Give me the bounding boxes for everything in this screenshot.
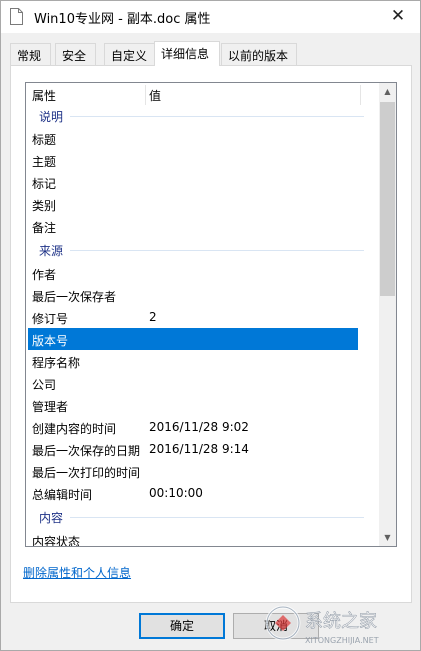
column-header-value[interactable]: 值: [149, 87, 161, 104]
property-row[interactable]: 最后一次打印的时间: [26, 460, 360, 482]
scroll-up-arrow-icon[interactable]: ▲: [379, 83, 396, 100]
tab-details[interactable]: 详细信息: [154, 41, 220, 66]
property-row[interactable]: 创建内容的时间 2016/11/28 9:02: [26, 416, 360, 438]
property-list[interactable]: 属性 值 说明 标题 主题 标记 类别 备注 来源 作者 最后一次保存者 修订号…: [25, 82, 397, 547]
properties-dialog: Win10专业网 - 副本.doc 属性 ✕ 常规 安全 自定义 详细信息 以前…: [0, 0, 421, 651]
column-divider[interactable]: [360, 85, 361, 105]
tab-previous-versions[interactable]: 以前的版本: [221, 43, 297, 65]
watermark-url: XITONGZHIJIA.NET: [305, 636, 379, 645]
window-title: Win10专业网 - 副本.doc 属性: [34, 12, 211, 27]
property-row[interactable]: 最后一次保存的日期 2016/11/28 9:14: [26, 438, 360, 460]
property-row[interactable]: 主题: [26, 149, 360, 171]
tab-custom[interactable]: 自定义: [104, 43, 156, 65]
column-header-property[interactable]: 属性: [32, 87, 56, 104]
group-header-content: 内容: [26, 506, 382, 526]
property-row[interactable]: 标题: [26, 127, 360, 149]
remove-properties-link[interactable]: 删除属性和个人信息: [23, 564, 131, 581]
watermark-text: 系统之家: [305, 611, 377, 632]
group-header-origin: 来源: [26, 239, 382, 259]
property-row[interactable]: 最后一次保存者: [26, 284, 360, 306]
list-header: 属性 值: [26, 83, 366, 107]
close-button[interactable]: ✕: [376, 1, 420, 32]
details-panel: 属性 值 说明 标题 主题 标记 类别 备注 来源 作者 最后一次保存者 修订号…: [10, 65, 412, 603]
ok-button[interactable]: 确定: [139, 613, 225, 639]
property-row[interactable]: 总编辑时间 00:10:00: [26, 482, 360, 504]
tab-strip: 常规 安全 自定义 详细信息 以前的版本: [10, 41, 412, 66]
property-row-selected[interactable]: 版本号: [28, 328, 358, 350]
property-row[interactable]: 公司: [26, 372, 360, 394]
group-header-description: 说明: [26, 105, 382, 125]
scroll-down-arrow-icon[interactable]: ▼: [379, 529, 396, 546]
vertical-scrollbar[interactable]: ▲ ▼: [379, 83, 396, 546]
property-row[interactable]: 类别: [26, 193, 360, 215]
column-divider[interactable]: [145, 85, 146, 105]
property-row[interactable]: 标记: [26, 171, 360, 193]
property-row[interactable]: 备注: [26, 215, 360, 237]
property-row[interactable]: 程序名称: [26, 350, 360, 372]
property-row[interactable]: 管理者: [26, 394, 360, 416]
scrollbar-thumb[interactable]: [380, 102, 395, 296]
property-row[interactable]: 内容状态: [26, 529, 360, 546]
watermark-logo: 系统之家 XITONGZHIJIA.NET: [265, 605, 379, 645]
property-row[interactable]: 作者: [26, 262, 360, 284]
tab-general[interactable]: 常规: [10, 43, 51, 65]
property-row[interactable]: 修订号 2: [26, 306, 360, 328]
document-icon: [10, 8, 23, 25]
title-bar: Win10专业网 - 副本.doc 属性 ✕: [1, 1, 420, 33]
tab-security[interactable]: 安全: [55, 43, 96, 65]
